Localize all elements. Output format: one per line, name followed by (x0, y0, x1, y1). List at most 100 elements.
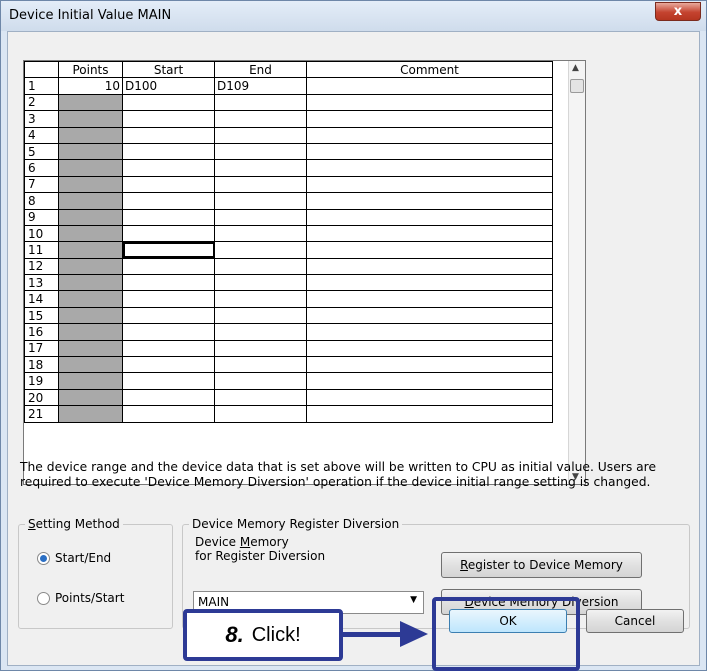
device-grid[interactable]: Points Start End Comment 1 10 D100 D109 2 3 4 5… (23, 60, 586, 485)
start-cell[interactable] (122, 356, 215, 374)
start-cell[interactable] (122, 323, 215, 341)
end-cell[interactable] (214, 93, 307, 112)
points-cell[interactable] (58, 306, 123, 325)
comment-cell[interactable] (306, 290, 553, 308)
points-cell[interactable] (58, 192, 123, 210)
end-cell[interactable] (214, 274, 307, 292)
end-cell[interactable] (214, 192, 307, 210)
points-cell[interactable] (58, 257, 123, 276)
end-cell[interactable] (214, 110, 307, 128)
start-cell[interactable]: D100 (122, 77, 215, 95)
points-cell[interactable] (58, 241, 123, 259)
end-cell[interactable] (214, 405, 307, 423)
end-cell[interactable] (214, 224, 307, 243)
start-cell[interactable] (122, 192, 215, 210)
points-cell[interactable] (58, 93, 123, 112)
end-cell[interactable] (214, 372, 307, 390)
comment-cell[interactable] (306, 306, 553, 325)
start-cell[interactable] (122, 175, 215, 194)
end-cell[interactable] (214, 306, 307, 325)
points-cell[interactable] (58, 339, 123, 358)
points-cell[interactable] (58, 356, 123, 374)
points-cell[interactable] (58, 372, 123, 390)
end-cell[interactable] (214, 339, 307, 358)
start-cell[interactable] (122, 339, 215, 358)
start-cell[interactable] (122, 372, 215, 390)
points-cell[interactable] (58, 405, 123, 423)
start-cell[interactable] (122, 126, 215, 144)
end-cell[interactable] (214, 388, 307, 407)
start-cell[interactable] (122, 388, 215, 407)
radio-start-end[interactable]: Start/End (37, 551, 111, 565)
start-cell[interactable] (122, 159, 215, 177)
end-cell[interactable] (214, 175, 307, 194)
start-cell[interactable] (122, 142, 215, 161)
comment-cell[interactable] (306, 323, 553, 341)
start-cell[interactable] (122, 93, 215, 112)
points-cell[interactable] (58, 323, 123, 341)
start-cell[interactable] (122, 208, 215, 226)
end-cell[interactable] (214, 126, 307, 144)
end-cell[interactable] (214, 323, 307, 341)
points-cell[interactable] (58, 159, 123, 177)
points-cell[interactable] (58, 208, 123, 226)
comment-cell[interactable] (306, 257, 553, 276)
start-cell[interactable] (122, 306, 215, 325)
points-cell[interactable] (58, 388, 123, 407)
title-bar[interactable]: Device Initial Value MAIN x (1, 1, 706, 31)
chevron-down-icon[interactable]: ▼ (410, 595, 417, 605)
points-cell[interactable] (58, 290, 123, 308)
radio-unselected-icon[interactable] (37, 591, 50, 605)
points-cell[interactable] (58, 274, 123, 292)
points-cell[interactable] (58, 110, 123, 128)
end-cell[interactable] (214, 241, 307, 259)
comment-cell[interactable] (306, 159, 553, 177)
comment-cell[interactable] (306, 142, 553, 161)
start-cell[interactable] (122, 257, 215, 276)
comment-cell[interactable] (306, 241, 553, 259)
points-cell[interactable] (58, 175, 123, 194)
start-cell[interactable] (122, 224, 215, 243)
comment-cell[interactable] (306, 372, 553, 390)
row-number-cell: 9 (24, 208, 59, 226)
radio-points-start[interactable]: Points/Start (37, 591, 124, 605)
row-number-cell: 17 (24, 339, 59, 358)
start-cell[interactable] (122, 405, 215, 423)
comment-cell[interactable] (306, 274, 553, 292)
end-cell[interactable] (214, 208, 307, 226)
end-cell[interactable] (214, 159, 307, 177)
end-cell[interactable] (214, 356, 307, 374)
comment-cell[interactable] (306, 110, 553, 128)
start-cell[interactable] (122, 241, 215, 259)
comment-cell[interactable] (306, 126, 553, 144)
end-cell[interactable]: D109 (214, 77, 307, 95)
end-cell[interactable] (214, 142, 307, 161)
row-number-cell: 10 (24, 224, 59, 243)
points-cell[interactable]: 10 (58, 77, 123, 95)
end-cell[interactable] (214, 257, 307, 276)
close-button[interactable]: x (655, 2, 701, 21)
grid-vertical-scrollbar[interactable]: ▲ ▼ (568, 61, 585, 484)
comment-cell[interactable] (306, 93, 553, 112)
comment-cell[interactable] (306, 208, 553, 226)
comment-cell[interactable] (306, 356, 553, 374)
comment-cell[interactable] (306, 339, 553, 358)
comment-cell[interactable] (306, 192, 553, 210)
scroll-up-icon[interactable]: ▲ (572, 63, 579, 73)
start-cell[interactable] (122, 274, 215, 292)
points-cell[interactable] (58, 142, 123, 161)
comment-cell[interactable] (306, 388, 553, 407)
comment-cell[interactable] (306, 175, 553, 194)
register-to-device-memory-button[interactable]: Register to Device Memory (441, 552, 642, 578)
comment-cell[interactable] (306, 77, 553, 95)
scroll-thumb[interactable] (570, 79, 584, 93)
points-cell[interactable] (58, 224, 123, 243)
start-cell[interactable] (122, 290, 215, 308)
cancel-button[interactable]: Cancel (586, 609, 684, 633)
comment-cell[interactable] (306, 224, 553, 243)
radio-selected-icon[interactable] (37, 551, 50, 565)
points-cell[interactable] (58, 126, 123, 144)
start-cell[interactable] (122, 110, 215, 128)
comment-cell[interactable] (306, 405, 553, 423)
end-cell[interactable] (214, 290, 307, 308)
